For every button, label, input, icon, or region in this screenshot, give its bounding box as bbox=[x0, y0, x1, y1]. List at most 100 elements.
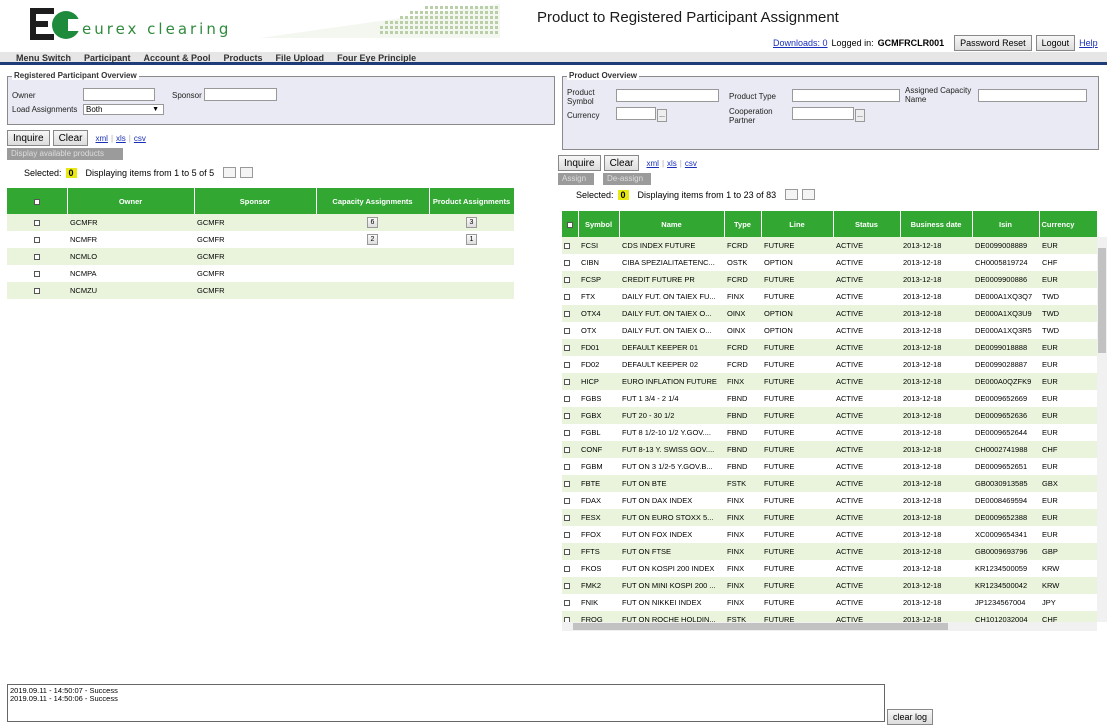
row-checkbox-cell[interactable] bbox=[562, 458, 578, 475]
left-inquire-button[interactable]: Inquire bbox=[7, 130, 50, 146]
row-checkbox[interactable] bbox=[34, 237, 40, 244]
row-checkbox[interactable] bbox=[564, 379, 570, 386]
row-checkbox[interactable] bbox=[564, 294, 570, 301]
row-checkbox[interactable] bbox=[564, 549, 570, 556]
row-checkbox-cell[interactable] bbox=[562, 322, 578, 339]
menu-item-participant[interactable]: Participant bbox=[84, 52, 131, 63]
row-checkbox-cell[interactable] bbox=[7, 282, 67, 299]
help-link[interactable]: Help bbox=[1079, 38, 1098, 48]
table-row[interactable]: FFTS FUT ON FTSE FINX FUTURE ACTIVE 2013-12-1… bbox=[562, 543, 1097, 560]
col-symbol[interactable]: Symbol bbox=[578, 211, 620, 237]
col-sponsor[interactable]: Sponsor bbox=[194, 188, 317, 214]
right-clear-button[interactable]: Clear bbox=[603, 155, 640, 171]
password-reset-button[interactable]: Password Reset bbox=[954, 35, 1032, 51]
menu-item-products[interactable]: Products bbox=[224, 52, 263, 63]
row-checkbox[interactable] bbox=[564, 566, 570, 573]
col-business-date[interactable]: Business date bbox=[900, 211, 973, 237]
resize-columns-icon[interactable] bbox=[802, 189, 816, 200]
menu-item-menu-switch[interactable]: Menu Switch bbox=[16, 52, 71, 63]
capacity-count-button[interactable]: 6 bbox=[366, 217, 379, 228]
table-row[interactable]: FKOS FUT ON KOSPI 200 INDEX FINX FUTURE ACTI… bbox=[562, 560, 1097, 577]
row-checkbox[interactable] bbox=[34, 271, 40, 278]
row-checkbox-cell[interactable] bbox=[562, 560, 578, 577]
row-checkbox-cell[interactable] bbox=[562, 441, 578, 458]
load-assignments-select[interactable]: Both ▼ bbox=[83, 104, 164, 115]
currency-input[interactable] bbox=[616, 107, 656, 120]
col-status[interactable]: Status bbox=[833, 211, 901, 237]
table-row[interactable]: FGBL FUT 8 1/2-10 1/2 Y.GOV.... FBND FUTURE… bbox=[562, 424, 1097, 441]
table-row[interactable]: FGBM FUT ON 3 1/2-5 Y.GOV.B... FBND FUTURE A… bbox=[562, 458, 1097, 475]
row-checkbox[interactable] bbox=[564, 583, 570, 590]
row-checkbox[interactable] bbox=[34, 220, 40, 227]
product-count-button[interactable]: 1 bbox=[465, 234, 478, 245]
col-owner[interactable]: Owner bbox=[67, 188, 195, 214]
table-row[interactable]: FGBX FUT 20 - 30 1/2 FBND FUTURE ACTIVE 2013-… bbox=[562, 407, 1097, 424]
row-checkbox[interactable] bbox=[564, 413, 570, 420]
left-export-csv[interactable]: csv bbox=[134, 134, 146, 143]
display-available-products-button[interactable]: Display available products bbox=[7, 148, 123, 160]
row-checkbox[interactable] bbox=[564, 362, 570, 369]
cooperation-partner-input[interactable] bbox=[792, 107, 854, 120]
owner-input[interactable] bbox=[83, 88, 155, 101]
table-row[interactable]: HICP EURO INFLATION FUTURE FINX FUTURE ACTIV… bbox=[562, 373, 1097, 390]
row-checkbox[interactable] bbox=[564, 243, 570, 250]
table-row[interactable]: FDAX FUT ON DAX INDEX FINX FUTURE ACTIVE 2013… bbox=[562, 492, 1097, 509]
left-export-xls[interactable]: xls bbox=[116, 134, 126, 143]
col-name[interactable]: Name bbox=[619, 211, 725, 237]
col-capacity-assignments[interactable]: Capacity Assignments bbox=[316, 188, 430, 214]
resize-columns-icon[interactable] bbox=[240, 167, 254, 178]
table-row[interactable]: FBTE FUT ON BTE FSTK FUTURE ACTIVE 2013-12-18… bbox=[562, 475, 1097, 492]
row-checkbox-cell[interactable] bbox=[7, 265, 67, 282]
table-grid-icon[interactable] bbox=[223, 167, 237, 178]
table-row[interactable]: FTX DAILY FUT. ON TAIEX FU... FINX FUTURE AC… bbox=[562, 288, 1097, 305]
menu-item-file-upload[interactable]: File Upload bbox=[276, 52, 325, 63]
table-row[interactable]: NCMPA GCMFR bbox=[7, 265, 514, 282]
row-checkbox[interactable] bbox=[564, 345, 570, 352]
table-row[interactable]: FGBS FUT 1 3/4 - 2 1/4 FBND FUTURE ACTIVE 201… bbox=[562, 390, 1097, 407]
row-checkbox-cell[interactable] bbox=[7, 248, 67, 265]
table-row[interactable]: FNIK FUT ON NIKKEI INDEX FINX FUTURE ACTIVE 2… bbox=[562, 594, 1097, 611]
row-checkbox-cell[interactable] bbox=[562, 339, 578, 356]
table-row[interactable]: FFOX FUT ON FOX INDEX FINX FUTURE ACTIVE 2013… bbox=[562, 526, 1097, 543]
table-row[interactable]: FMK2 FUT ON MINI KOSPI 200 ... FINX FUTURE A… bbox=[562, 577, 1097, 594]
row-checkbox-cell[interactable] bbox=[562, 543, 578, 560]
horizontal-scroll-thumb[interactable] bbox=[573, 623, 948, 630]
menu-item-four-eye[interactable]: Four Eye Principle bbox=[337, 52, 416, 63]
capacity-count-button[interactable]: 2 bbox=[366, 234, 379, 245]
table-row[interactable]: FD02 DEFAULT KEEPER 02 FCRD FUTURE ACTIVE 201… bbox=[562, 356, 1097, 373]
row-checkbox-cell[interactable] bbox=[562, 577, 578, 594]
row-checkbox-cell[interactable] bbox=[562, 390, 578, 407]
row-checkbox[interactable] bbox=[564, 515, 570, 522]
table-row[interactable]: NCMZU GCMFR bbox=[7, 282, 514, 299]
row-checkbox-cell[interactable] bbox=[7, 231, 67, 248]
row-checkbox-cell[interactable] bbox=[562, 526, 578, 543]
table-row[interactable]: GCMFR GCMFR 6 3 bbox=[7, 214, 514, 231]
product-type-input[interactable] bbox=[792, 89, 900, 102]
assign-button[interactable]: Assign bbox=[558, 173, 594, 185]
col-line[interactable]: Line bbox=[761, 211, 834, 237]
row-checkbox[interactable] bbox=[34, 288, 40, 295]
row-checkbox[interactable] bbox=[564, 260, 570, 267]
row-checkbox-cell[interactable] bbox=[562, 305, 578, 322]
row-checkbox[interactable] bbox=[564, 600, 570, 607]
product-symbol-input[interactable] bbox=[616, 89, 719, 102]
row-checkbox-cell[interactable] bbox=[562, 407, 578, 424]
row-checkbox[interactable] bbox=[564, 396, 570, 403]
row-checkbox-cell[interactable] bbox=[562, 594, 578, 611]
right-export-csv[interactable]: csv bbox=[685, 159, 697, 168]
cooperation-picker-button[interactable]: ... bbox=[855, 109, 865, 122]
select-all-checkbox-cell[interactable] bbox=[7, 188, 68, 214]
row-checkbox-cell[interactable] bbox=[562, 288, 578, 305]
col-currency[interactable]: Currency bbox=[1039, 211, 1098, 237]
col-product-assignments[interactable]: Product Assignments bbox=[429, 188, 515, 214]
right-export-xml[interactable]: xml bbox=[646, 159, 658, 168]
row-checkbox[interactable] bbox=[564, 311, 570, 318]
downloads-link[interactable]: Downloads: 0 bbox=[773, 38, 828, 48]
row-checkbox-cell[interactable] bbox=[562, 271, 578, 288]
row-checkbox[interactable] bbox=[564, 498, 570, 505]
row-checkbox-cell[interactable] bbox=[7, 214, 67, 231]
row-checkbox[interactable] bbox=[564, 277, 570, 284]
right-inquire-button[interactable]: Inquire bbox=[558, 155, 601, 171]
row-checkbox[interactable] bbox=[564, 481, 570, 488]
currency-picker-button[interactable]: ... bbox=[657, 109, 667, 122]
